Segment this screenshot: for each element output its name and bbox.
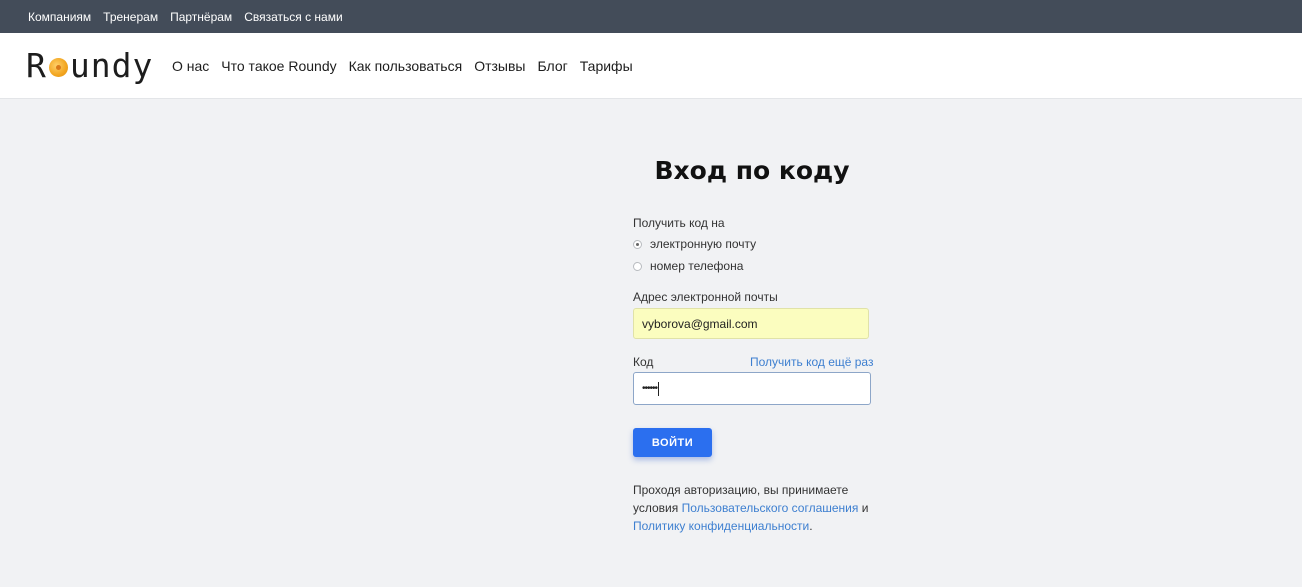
page-title: Вход по коду — [654, 156, 850, 185]
email-field-value: vyborova@gmail.com — [642, 316, 758, 331]
code-field[interactable]: •••••• — [633, 372, 871, 405]
submit-login-button[interactable]: ВОЙТИ — [633, 428, 712, 457]
radio-option-email-label: электронную почту — [650, 237, 757, 251]
nav-link-pricing[interactable]: Тарифы — [580, 58, 633, 74]
terms-and: и — [861, 501, 869, 515]
code-field-value: •••••• — [642, 383, 658, 394]
nav-links: О нас Что такое Roundy Как пользоваться … — [172, 33, 645, 98]
radio-option-phone-label: номер телефона — [650, 259, 744, 273]
radio-button-checked[interactable] — [633, 239, 642, 249]
user-agreement-link[interactable]: Пользовательского соглашения — [682, 501, 859, 515]
top-link-partners[interactable]: Партнёрам — [170, 10, 232, 24]
top-link-companies[interactable]: Компаниям — [28, 10, 91, 24]
logo-letters-undy: undy — [69, 45, 154, 85]
nav-link-blog[interactable]: Блог — [537, 58, 567, 74]
email-label: Адрес электронной почты — [633, 290, 778, 304]
text-caret — [658, 381, 660, 396]
logo-orange-circle-icon — [48, 57, 68, 77]
nav-link-reviews[interactable]: Отзывы — [474, 58, 525, 74]
roundy-logo[interactable]: R undy — [26, 45, 153, 85]
resend-code-link[interactable]: Получить код ещё раз — [750, 355, 873, 369]
receive-code-label: Получить код на — [633, 216, 725, 230]
terms-end: . — [809, 519, 813, 533]
privacy-policy-link[interactable]: Политику конфиденциальности — [633, 519, 809, 533]
nav-link-about[interactable]: О нас — [172, 58, 209, 74]
top-link-trainers[interactable]: Тренерам — [103, 10, 158, 24]
main-navbar: R undy О нас Что такое Roundy Как пользо… — [0, 33, 1302, 99]
code-label: Код — [633, 355, 654, 369]
radio-button-unchecked[interactable] — [633, 261, 642, 271]
email-field[interactable]: vyborova@gmail.com — [633, 308, 869, 339]
logo-letter-r: R — [26, 45, 47, 85]
top-link-contact[interactable]: Связаться с нами — [244, 10, 342, 24]
top-bar: Компаниям Тренерам Партнёрам Связаться с… — [0, 0, 1302, 33]
top-bar-links: Компаниям Тренерам Партнёрам Связаться с… — [28, 0, 355, 33]
radio-option-phone[interactable]: номер телефона — [633, 259, 743, 273]
radio-option-email[interactable]: электронную почту — [633, 237, 756, 251]
nav-link-what-is-roundy[interactable]: Что такое Roundy — [221, 58, 336, 74]
terms-text: Проходя авторизацию, вы принимаете услов… — [633, 481, 873, 535]
nav-link-how-to-use[interactable]: Как пользоваться — [349, 58, 463, 74]
